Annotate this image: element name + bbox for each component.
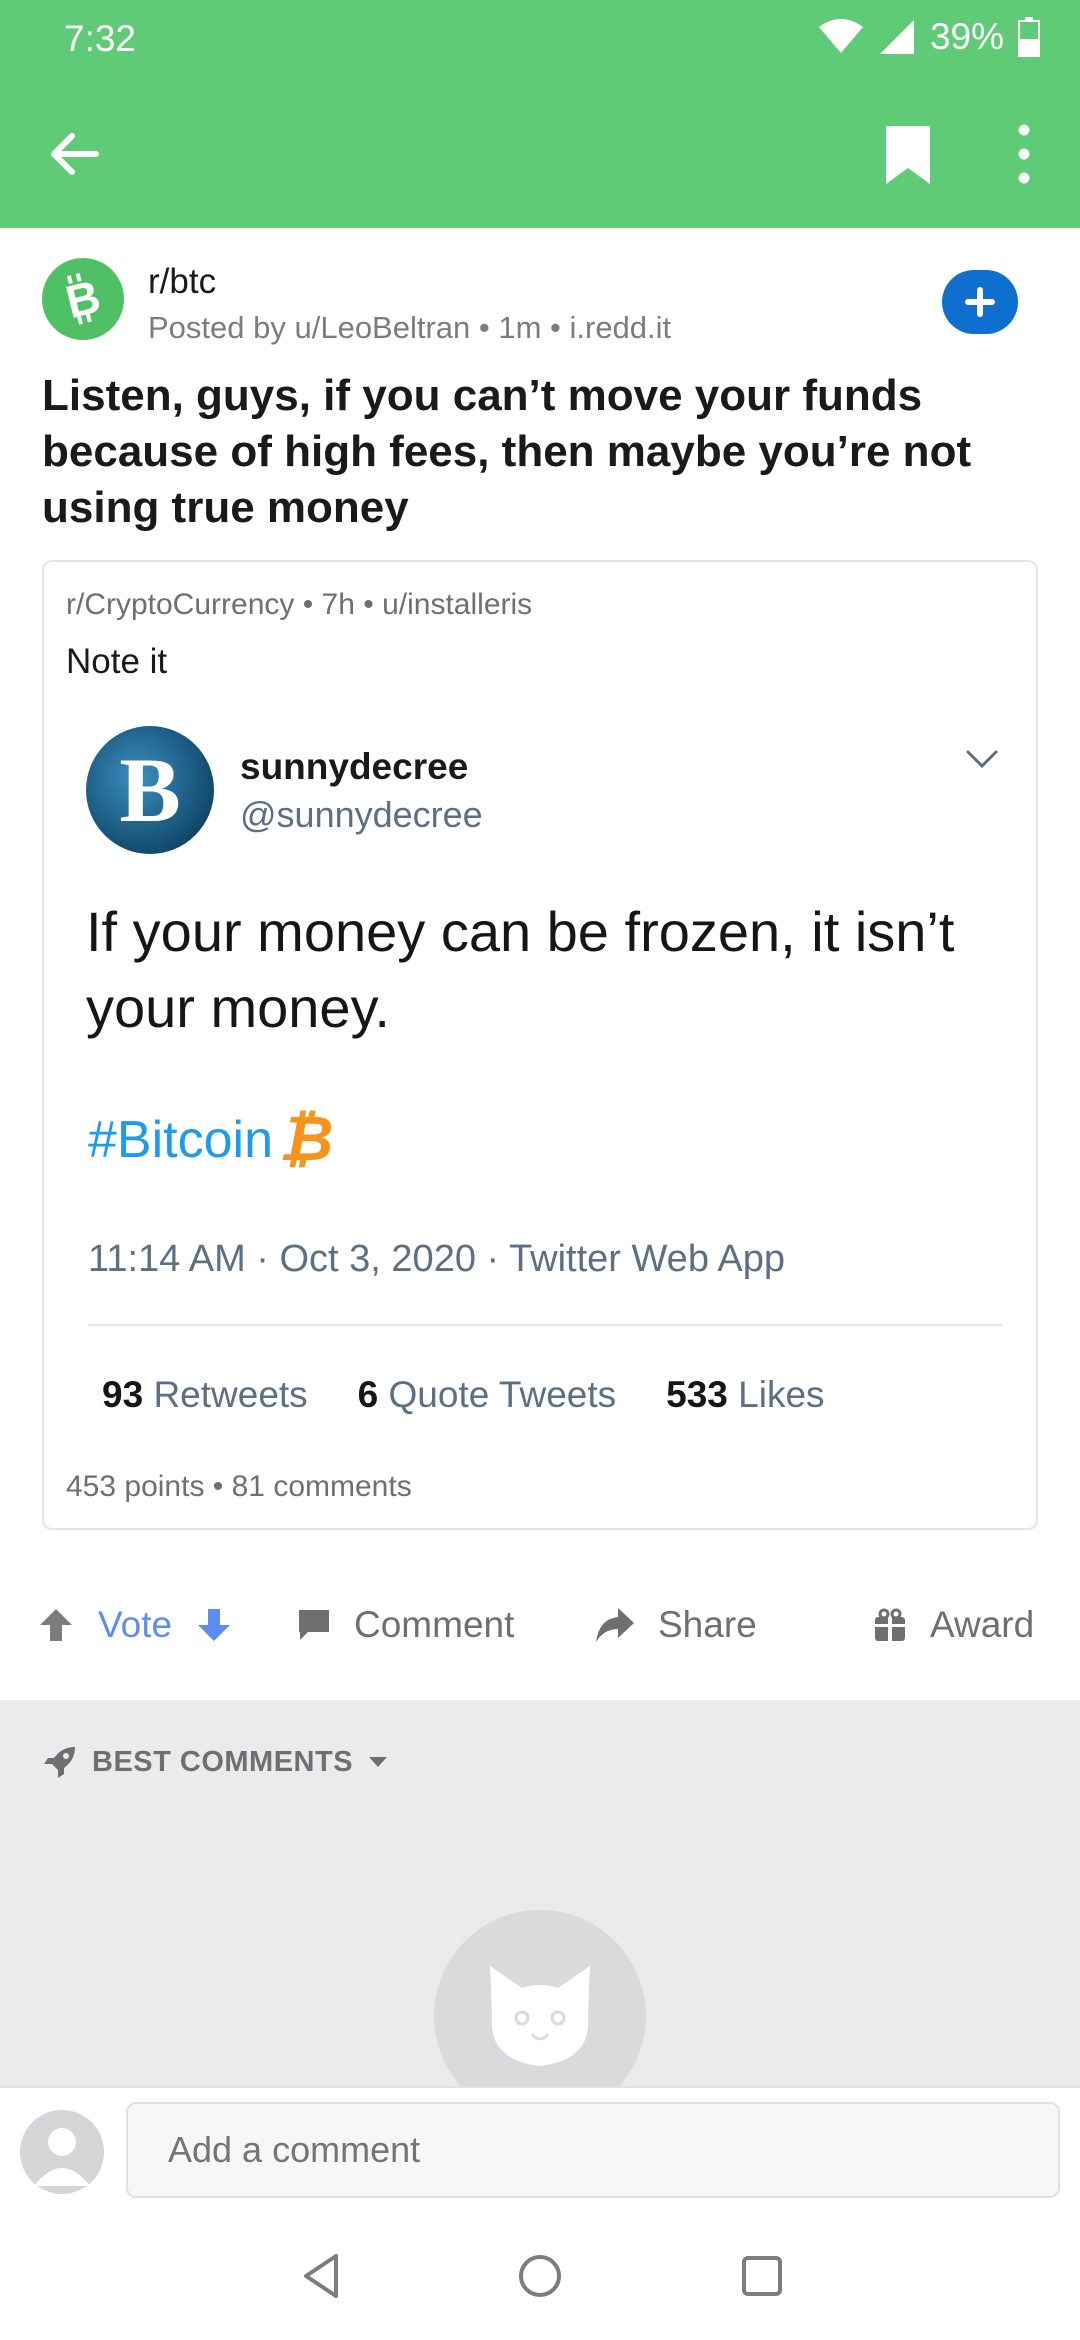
tweet-author-handle: @sunnydecree <box>240 794 483 835</box>
battery-icon <box>1018 17 1040 57</box>
wifi-icon <box>818 19 863 53</box>
bitcoin-emoji-icon: ₿ <box>279 1105 334 1174</box>
tweet-avatar-letter: B <box>119 739 181 841</box>
status-icons: 39% <box>818 16 1040 58</box>
comment-input-bar <box>0 2086 1080 2216</box>
quotes-count: 6 <box>357 1374 379 1415</box>
tweet-likes: 533 Likes <box>666 1374 824 1416</box>
comment-sort-dropdown[interactable]: BEST COMMENTS <box>42 1744 389 1780</box>
vote-label: Vote <box>98 1604 173 1645</box>
more-vert-icon[interactable] <box>1000 120 1048 188</box>
tweet-divider <box>88 1324 1002 1326</box>
tweet-quotes: 6 Quote Tweets <box>358 1374 616 1416</box>
award-label: Award <box>930 1604 1035 1645</box>
upvote-icon[interactable] <box>36 1605 76 1645</box>
crosspost-stats: 453 points • 81 comments <box>66 1470 412 1503</box>
svg-text:B: B <box>61 271 106 327</box>
share-button[interactable]: Share <box>594 1604 757 1646</box>
comment-button[interactable]: Comment <box>296 1604 514 1646</box>
post-actions: Vote Comment Share Award <box>0 1588 1080 1668</box>
likes-count: 533 <box>666 1374 728 1415</box>
system-nav-bar <box>0 2216 1080 2340</box>
plus-icon <box>965 287 995 317</box>
status-bar: 7:32 39% <box>0 0 1080 80</box>
quotes-label: Quote Tweets <box>388 1374 617 1415</box>
join-button[interactable] <box>942 270 1018 334</box>
tweet-timestamp: 11:14 AM · Oct 3, 2020 · Twitter Web App <box>88 1238 786 1280</box>
caret-down-icon <box>369 1757 388 1767</box>
share-icon <box>596 1608 634 1642</box>
rocket-icon <box>44 1747 75 1778</box>
tweet-avatar: B <box>86 726 214 854</box>
post-title: Listen, guys, if you can’t move your fun… <box>42 371 972 532</box>
crosspost-title: Note it <box>66 642 168 681</box>
retweets-count: 93 <box>102 1374 144 1415</box>
battery-percent: 39% <box>929 16 1004 57</box>
app-bar <box>0 80 1080 228</box>
status-time: 7:32 <box>64 18 137 59</box>
nav-back-icon[interactable] <box>292 2246 352 2306</box>
snoo-cat-icon <box>490 1966 590 2066</box>
user-avatar-icon <box>20 2110 104 2194</box>
comment-sort-label: BEST COMMENTS <box>92 1745 354 1778</box>
tweet-image[interactable]: B sunnydecree @sunnydecree If your money… <box>46 704 1036 1454</box>
crosspost-card[interactable]: r/CryptoCurrency • 7h • u/installeris No… <box>42 560 1038 1530</box>
comment-icon <box>299 1610 329 1640</box>
award-button[interactable]: Award <box>872 1604 1034 1646</box>
comment-input[interactable] <box>126 2102 1060 2198</box>
retweets-label: Retweets <box>153 1374 308 1415</box>
signal-icon <box>879 20 914 54</box>
tweet-retweets: 93 Retweets <box>102 1374 308 1416</box>
tweet-stats: 93 Retweets 6 Quote Tweets 533 Likes <box>102 1374 825 1416</box>
nav-recents-icon[interactable] <box>732 2246 792 2306</box>
share-label: Share <box>658 1604 757 1645</box>
tweet-author-name: sunnydecree <box>240 746 469 787</box>
tweet-hashtag-row: #Bitcoin ₿ <box>88 1104 333 1175</box>
tweet-text: If your money can be frozen, it isn’t yo… <box>86 900 955 1039</box>
comments-area: BEST COMMENTS <box>0 1700 1080 2122</box>
bookmark-icon[interactable] <box>880 124 936 186</box>
bitcoin-logo-icon: B <box>61 271 106 327</box>
chevron-down-icon <box>966 750 998 769</box>
nav-home-icon[interactable] <box>510 2246 570 2306</box>
back-arrow-icon[interactable] <box>42 122 106 186</box>
likes-label: Likes <box>738 1374 825 1415</box>
tweet-hashtag: #Bitcoin <box>88 1110 273 1169</box>
vote-control: Vote <box>36 1604 234 1646</box>
downvote-icon[interactable] <box>194 1605 234 1645</box>
comment-label: Comment <box>354 1604 515 1645</box>
crosspost-meta: r/CryptoCurrency • 7h • u/installeris <box>66 588 533 621</box>
subreddit-avatar[interactable]: B <box>42 258 124 340</box>
award-icon <box>875 1608 905 1641</box>
post-meta: Posted by u/LeoBeltran • 1m • i.redd.it <box>148 310 672 345</box>
subreddit-name[interactable]: r/btc <box>148 262 216 302</box>
